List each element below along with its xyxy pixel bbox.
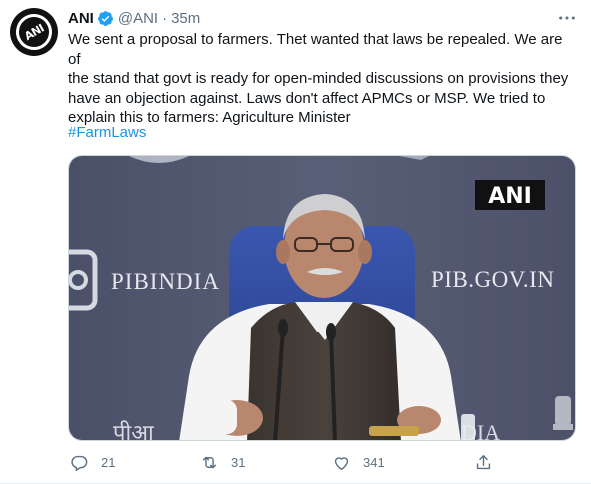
more-dots-icon xyxy=(559,16,575,20)
reply-icon xyxy=(71,455,88,471)
retweet-count: 31 xyxy=(231,454,246,470)
tweet-media-photo[interactable]: PIBINDIA PIB.GOV.IN पीआ DIA ANI xyxy=(68,155,576,441)
reply-count: 21 xyxy=(101,454,116,470)
backdrop-text-left: PIBINDIA xyxy=(111,269,220,294)
separator-dot: · xyxy=(162,9,168,27)
tweet-actions-bar: 21 31 341 xyxy=(60,448,530,476)
more-options-button[interactable] xyxy=(557,10,577,26)
heart-icon xyxy=(334,456,349,470)
reply-button[interactable]: 21 xyxy=(70,448,115,476)
like-count: 341 xyxy=(363,454,385,470)
retweet-icon xyxy=(202,456,217,468)
avatar[interactable]: ANI xyxy=(10,8,58,56)
like-button[interactable]: 341 xyxy=(332,448,385,476)
author-name[interactable]: ANI xyxy=(68,10,94,27)
verified-badge-icon xyxy=(97,10,114,27)
backdrop-text-bottom-left: पीआ xyxy=(113,420,154,441)
share-icon xyxy=(476,454,491,469)
press-conference-photo: PIBINDIA PIB.GOV.IN पीआ DIA ANI xyxy=(69,156,575,441)
hashtag-link[interactable]: #FarmLaws xyxy=(68,124,146,141)
tweet-header: ANI @ANI · 35m xyxy=(68,8,200,28)
timestamp[interactable]: 35m xyxy=(171,10,200,27)
tweet-text-line: the stand that govt is ready for open-mi… xyxy=(68,70,569,87)
backdrop-text-right: PIB.GOV.IN xyxy=(431,267,554,292)
tweet[interactable]: ANI ANI @ANI · 35m We sent a proposal to… xyxy=(0,0,591,484)
author-handle[interactable]: @ANI xyxy=(118,10,158,27)
tweet-text: We sent a proposal to farmers. Thet want… xyxy=(68,30,578,128)
tweet-text-line: We sent a proposal to farmers. Thet want… xyxy=(68,31,563,68)
tweet-text-line: have an objection against. Laws don't af… xyxy=(68,89,546,107)
share-button[interactable] xyxy=(474,448,493,476)
ani-watermark: ANI xyxy=(488,184,532,209)
avatar-logo-text: ANI xyxy=(21,21,47,43)
ani-logo-icon: ANI xyxy=(10,8,58,56)
retweet-button[interactable]: 31 xyxy=(200,448,245,476)
